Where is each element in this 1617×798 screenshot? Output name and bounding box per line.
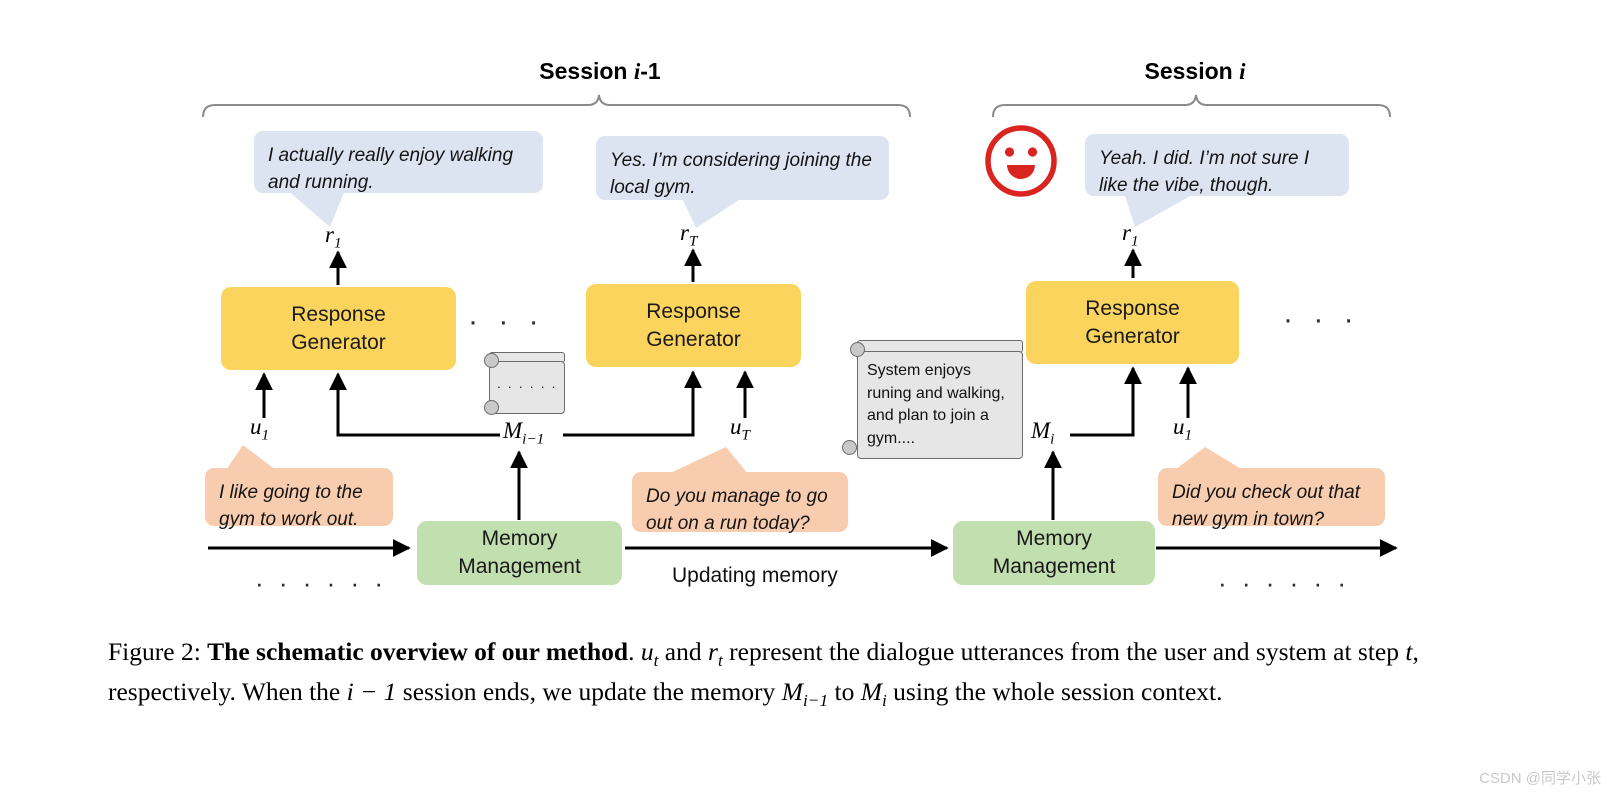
memory-scroll-large-text: System enjoys runing and walking, and pl… — [857, 351, 1023, 459]
response-label-rT: rT — [680, 220, 698, 250]
memory-management-line1: Memory — [1016, 527, 1092, 551]
system-bubble-3: Yeah. I did. I’m not sure I like the vib… — [1085, 134, 1349, 196]
response-label-r1-session-i: r1 — [1122, 220, 1139, 250]
memory-label-m-i: Mi — [1031, 418, 1055, 448]
ellipsis-right: · · · — [1283, 303, 1360, 336]
session-bracket-left — [202, 94, 911, 118]
scroll-curl-top-icon — [850, 342, 865, 357]
response-generator-line2: Generator — [646, 327, 741, 351]
timeline-dots-right: · · · · · · — [1218, 568, 1351, 598]
user-bubble-1: I like going to the gym to work out. — [205, 468, 393, 530]
response-generator-box-3[interactable]: Response Generator — [1026, 281, 1239, 364]
memory-scroll-small-text: · · · · · · — [489, 361, 565, 414]
response-generator-line2: Generator — [1085, 324, 1180, 348]
user-bubble-3: Did you check out that new gym in town? — [1158, 468, 1385, 530]
session-bracket-right — [992, 94, 1391, 118]
response-generator-box-1[interactable]: Response Generator — [221, 287, 456, 370]
scroll-curl-bottom-icon — [842, 440, 857, 455]
response-generator-line2: Generator — [291, 330, 386, 354]
scroll-curl-top-icon — [484, 353, 499, 368]
memory-management-line1: Memory — [481, 527, 558, 551]
memory-management-box-1[interactable]: Memory Management — [417, 521, 622, 585]
updating-memory-label: Updating memory — [672, 564, 838, 587]
memory-management-box-2[interactable]: Memory Management — [953, 521, 1155, 585]
bubble-tail — [1175, 447, 1243, 470]
response-generator-line1: Response — [1085, 296, 1180, 320]
system-bubble-2: Yes. I’m considering joining the local g… — [596, 136, 889, 200]
memory-scroll-large: System enjoys runing and walking, and pl… — [840, 340, 1025, 460]
utterance-label-u1-session-i: u1 — [1173, 414, 1193, 444]
response-generator-line1: Response — [291, 302, 386, 326]
system-bubble-1: I actually really enjoy walking and runn… — [254, 131, 543, 193]
utterance-label-u1: u1 — [250, 414, 270, 444]
user-bubble-2: Do you manage to go out on a run today? — [632, 472, 848, 534]
caption-bold-title: The schematic overview of our method — [207, 637, 629, 666]
figure-caption: Figure 2: The schematic overview of our … — [108, 637, 1419, 710]
timeline-dots-left: · · · · · · — [255, 568, 388, 598]
scroll-curl-bottom-icon — [484, 400, 499, 415]
session-label-left: Session i-1 — [539, 58, 661, 84]
session-label-right: Session i — [1144, 58, 1246, 84]
bubble-tail — [226, 445, 276, 470]
response-label-r1: r1 — [325, 222, 342, 252]
memory-management-line2: Management — [458, 555, 581, 578]
ellipsis-mid: · · · — [468, 305, 545, 338]
response-generator-line1: Response — [646, 299, 741, 323]
utterance-label-uT: uT — [730, 414, 750, 444]
caption-figure-number: Figure 2: — [108, 637, 201, 666]
watermark: CSDN @同学小张 — [1479, 770, 1601, 787]
memory-scroll-small: · · · · · · — [483, 352, 565, 415]
response-generator-box-2[interactable]: Response Generator — [586, 284, 801, 367]
memory-management-line2: Management — [992, 555, 1116, 578]
smiley-face-icon — [985, 125, 1057, 197]
memory-label-m-i-minus-1: Mi−1 — [503, 418, 545, 448]
bubble-tail — [668, 447, 748, 474]
